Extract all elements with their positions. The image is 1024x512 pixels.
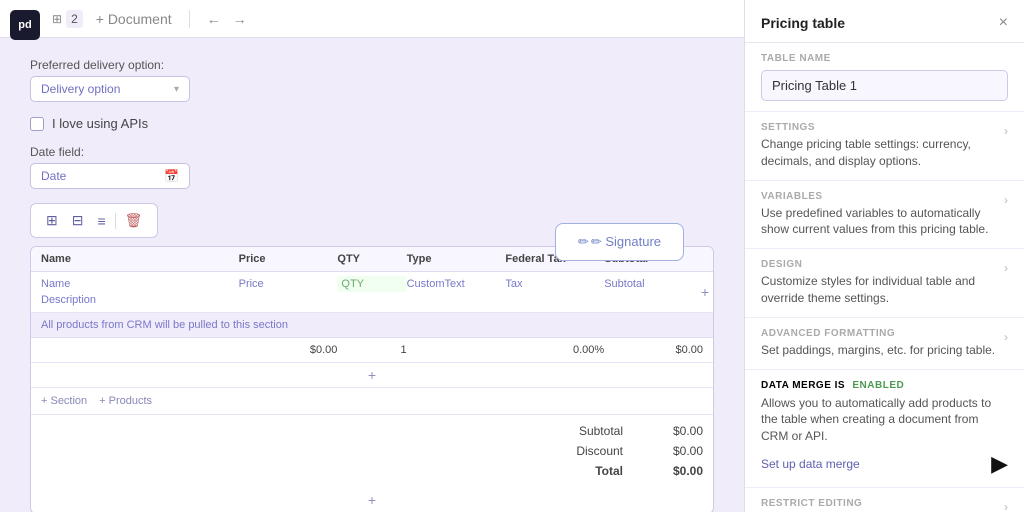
settings-label: SETTINGS <box>761 122 996 133</box>
total-label: Total <box>543 464 623 478</box>
crm-notice: All products from CRM will be pulled to … <box>31 313 713 338</box>
data-merge-section: DATA MERGE IS ENABLED Allows you to auto… <box>745 370 1024 488</box>
date-input[interactable]: Date 📅 <box>30 163 190 189</box>
checkbox-input[interactable] <box>30 117 44 131</box>
restrict-arrow-icon: › <box>1004 500 1008 512</box>
total-qty: 1 <box>337 344 406 356</box>
right-panel: Pricing table × TABLE NAME SETTINGS Chan… <box>744 0 1024 512</box>
pen-icon: ✏ <box>578 234 589 250</box>
add-section-button[interactable]: + Section <box>41 395 87 407</box>
restrict-menu-item[interactable]: RESTRICT EDITING Restrict users from edi… <box>745 488 1024 512</box>
settings-arrow-icon: › <box>1004 124 1008 138</box>
advanced-label: ADVANCED FORMATTING <box>761 328 996 339</box>
main-editor: ⊞ 2 + Document ← → Preferred delivery op… <box>0 0 744 512</box>
redo-button[interactable]: → <box>228 9 252 29</box>
add-bottom-button[interactable]: + <box>31 487 713 512</box>
advanced-arrow-icon: › <box>1004 330 1008 344</box>
pricing-table: Name Price QTY Type Federal Tax Subtotal… <box>30 246 714 512</box>
undo-button[interactable]: ← <box>202 9 226 29</box>
add-column-button[interactable]: + <box>701 284 709 300</box>
table-name-section: TABLE NAME <box>745 43 1024 112</box>
variables-desc: Use predefined variables to automaticall… <box>761 205 996 239</box>
row1-desc: Description <box>41 292 239 308</box>
app-logo: pd <box>10 10 40 40</box>
variables-label: VARIABLES <box>761 191 996 202</box>
date-label: Date field: <box>30 145 714 159</box>
copy-button[interactable]: ⊟ <box>67 209 89 232</box>
advanced-menu-item[interactable]: ADVANCED FORMATTING Set paddings, margin… <box>745 318 1024 370</box>
design-arrow-icon: › <box>1004 261 1008 275</box>
data-merge-desc: Allows you to automatically add products… <box>761 395 1008 445</box>
delivery-label: Preferred delivery option: <box>30 58 714 72</box>
col-name: Name <box>41 253 239 265</box>
top-bar: ⊞ 2 + Document ← → <box>0 0 744 38</box>
table-name-label: TABLE NAME <box>761 53 1008 64</box>
checkbox-label: I love using APIs <box>52 116 148 131</box>
panel-title: Pricing table <box>761 15 845 31</box>
date-field-group: Date field: Date 📅 <box>30 145 714 189</box>
table-toolbar: ⊞ ⊟ ≡ 🗑 <box>30 203 158 238</box>
add-section-products: + Section + Products <box>31 388 713 415</box>
toolbar-divider <box>115 213 116 229</box>
total-value: $0.00 <box>643 464 703 478</box>
settings-desc: Change pricing table settings: currency,… <box>761 136 996 170</box>
format-button[interactable]: ≡ <box>92 210 110 232</box>
table-name-input[interactable] <box>761 70 1008 101</box>
discount-label: Discount <box>543 444 623 458</box>
variables-arrow-icon: › <box>1004 193 1008 207</box>
row1-price: Price <box>239 276 338 292</box>
advanced-desc: Set paddings, margins, etc. for pricing … <box>761 342 996 359</box>
restrict-label: RESTRICT EDITING <box>761 498 996 509</box>
add-row-button[interactable]: + <box>31 363 713 388</box>
total-price: $0.00 <box>239 344 338 356</box>
delete-button[interactable]: 🗑 <box>120 209 148 232</box>
col-price: Price <box>239 253 338 265</box>
row1-qty: QTY <box>337 276 406 292</box>
subtotal-label: Subtotal <box>543 424 623 438</box>
design-desc: Customize styles for individual table an… <box>761 273 996 307</box>
calendar-icon: 📅 <box>164 169 179 183</box>
setup-data-merge-link[interactable]: Set up data merge <box>761 457 860 471</box>
delivery-select[interactable]: Delivery option ▾ <box>30 76 190 102</box>
total-tax: 0.00% <box>505 344 604 356</box>
design-label: DESIGN <box>761 259 996 270</box>
document-content: Preferred delivery option: Delivery opti… <box>0 38 744 512</box>
merge-cells-button[interactable]: ⊞ <box>41 209 63 232</box>
pricing-summary: Subtotal $0.00 Discount $0.00 Total $0.0… <box>31 415 713 487</box>
add-products-button[interactable]: + Products <box>99 395 152 407</box>
cursor-icon: ▶ <box>991 451 1008 477</box>
close-button[interactable]: × <box>999 14 1008 32</box>
total-row: Total $0.00 <box>41 461 703 481</box>
settings-menu-item[interactable]: SETTINGS Change pricing table settings: … <box>745 112 1024 181</box>
caret-icon: ▾ <box>174 84 179 95</box>
row1-name: Name <box>41 276 239 292</box>
data-merge-title: DATA MERGE IS ENABLED <box>761 380 1008 391</box>
right-panel-header: Pricing table × <box>745 0 1024 43</box>
row1-type: CustomText <box>407 276 506 292</box>
discount-row: Discount $0.00 <box>41 441 703 461</box>
subtotal-value: $0.00 <box>643 424 703 438</box>
totals-row: $0.00 1 0.00% $0.00 <box>31 338 713 363</box>
subtotal-row: Subtotal $0.00 <box>41 421 703 441</box>
add-document-button[interactable]: + Document <box>91 9 177 29</box>
table-row: Name Description Price QTY CustomText Ta… <box>31 272 713 313</box>
delivery-field-group: Preferred delivery option: Delivery opti… <box>30 58 714 102</box>
page-indicator: ⊞ 2 <box>52 10 83 28</box>
variables-menu-item[interactable]: VARIABLES Use predefined variables to au… <box>745 181 1024 250</box>
checkbox-row: I love using APIs <box>30 116 714 131</box>
row1-tax: Tax <box>505 276 604 292</box>
row1-subtotal: Subtotal <box>604 276 703 292</box>
discount-value: $0.00 <box>643 444 703 458</box>
design-menu-item[interactable]: DESIGN Customize styles for individual t… <box>745 249 1024 318</box>
total-subtotal: $0.00 <box>604 344 703 356</box>
nav-buttons: ← → <box>202 9 252 29</box>
divider <box>189 10 190 28</box>
signature-button[interactable]: ✏ ✏ Signature <box>555 223 684 261</box>
col-qty: QTY <box>337 253 406 265</box>
col-type: Type <box>407 253 506 265</box>
